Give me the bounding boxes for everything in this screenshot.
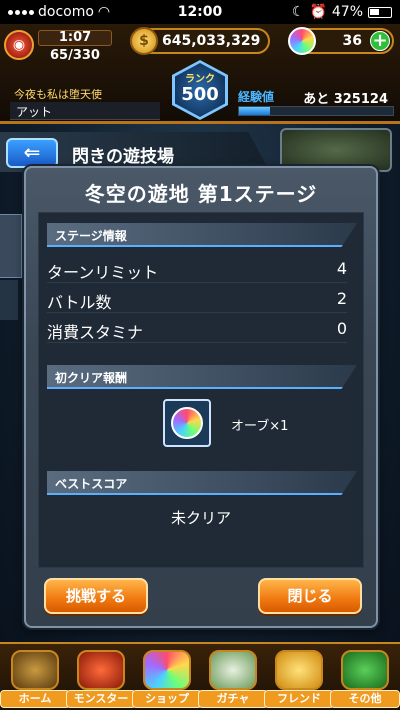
first-clear-header-label: 初クリア報酬 xyxy=(55,371,128,385)
best-score-value: 未クリア xyxy=(170,509,231,527)
coin-icon: $ xyxy=(130,27,158,55)
nav-label: フレンド xyxy=(264,690,334,708)
nav-home[interactable]: ホーム xyxy=(0,650,70,710)
player-name-bar: アット xyxy=(10,102,160,120)
battery-icon xyxy=(368,6,392,18)
rank-value: 500 xyxy=(181,84,219,105)
stamina-count: 65/330 xyxy=(50,48,100,63)
nav-shop[interactable]: ショップ xyxy=(132,650,202,710)
gacha-icon xyxy=(209,650,257,690)
buy-orb-button[interactable]: + xyxy=(370,31,390,51)
challenge-button[interactable]: 挑戦する xyxy=(44,578,148,614)
info-row-battles: バトル数 2 xyxy=(47,285,347,313)
area-title: 閃きの遊技場 xyxy=(72,147,174,167)
shop-icon xyxy=(143,650,191,690)
stamina-panel: ◉ 1:07 65/330 xyxy=(4,28,124,68)
info-row-turn-limit: ターンリミット 4 xyxy=(47,255,347,283)
info-label: ターンリミット xyxy=(47,263,159,282)
wifi-icon: ◠ xyxy=(97,4,111,20)
info-value: 2 xyxy=(336,289,347,308)
stage-info-dialog: 冬空の遊地 第1ステージ ステージ情報 ターンリミット 4 バトル数 2 消費ス… xyxy=(24,166,378,628)
monster-icon xyxy=(77,650,125,690)
carrier-name: docomo xyxy=(38,4,94,20)
nav-gacha[interactable]: ガチャ xyxy=(198,650,268,710)
info-label: 消費スタミナ xyxy=(47,323,144,342)
info-value: 0 xyxy=(336,319,347,338)
nav-other[interactable]: その他 xyxy=(330,650,400,710)
info-row-stamina-cost: 消費スタミナ 0 xyxy=(47,315,347,343)
nav-label: ショップ xyxy=(132,690,202,708)
nav-monster[interactable]: モンスター xyxy=(66,650,136,710)
player-motto: 今夜も私は堕天使 xyxy=(14,88,102,101)
orb-panel: 36 + xyxy=(288,27,394,55)
moon-icon: ☾ xyxy=(291,4,305,20)
player-name: アット xyxy=(16,105,53,119)
game-screen: docomo ◠ 12:00 ☾ ⏰ 47% ◉ 1:07 65/330 $ 6… xyxy=(0,0,400,710)
nav-label: モンスター xyxy=(66,690,136,708)
alarm-icon: ⏰ xyxy=(309,4,327,20)
side-tab[interactable] xyxy=(0,214,22,278)
stamina-icon: ◉ xyxy=(4,30,34,60)
exp-bar-fill xyxy=(239,107,270,115)
back-button[interactable]: ⇐ xyxy=(6,138,58,168)
orb-icon xyxy=(288,27,316,55)
reward-slot xyxy=(163,399,211,447)
dialog-body: ステージ情報 ターンリミット 4 バトル数 2 消費スタミナ 0 初クリア報酬 … xyxy=(38,212,364,568)
status-indicators: ☾ ⏰ 47% xyxy=(252,4,392,20)
status-time: 12:00 xyxy=(177,4,223,20)
nav-label: ホーム xyxy=(0,690,70,708)
stage-info-header-label: ステージ情報 xyxy=(55,229,127,243)
home-icon xyxy=(11,650,59,690)
first-clear-header: 初クリア報酬 xyxy=(47,365,357,389)
info-value: 4 xyxy=(336,259,347,278)
nav-label: その他 xyxy=(330,690,400,708)
carrier-info: docomo ◠ xyxy=(8,4,148,20)
coin-panel: $ 645,033,329 xyxy=(130,27,270,55)
orb-count: 36 xyxy=(342,33,362,49)
signal-icon xyxy=(8,9,34,15)
stage-info-header: ステージ情報 xyxy=(47,223,357,247)
coin-value: 645,033,329 xyxy=(162,33,261,49)
orb-icon xyxy=(171,407,203,439)
close-button[interactable]: 閉じる xyxy=(258,578,362,614)
best-score-header-label: ベストスコア xyxy=(55,477,128,491)
exp-bar xyxy=(238,106,394,116)
info-label: バトル数 xyxy=(47,293,112,312)
other-icon xyxy=(341,650,389,690)
battery-percent: 47% xyxy=(331,4,363,20)
rank-label: ランク xyxy=(185,74,215,85)
nav-friend[interactable]: フレンド xyxy=(264,650,334,710)
top-hud: ◉ 1:07 65/330 $ 645,033,329 36 + ランク 500… xyxy=(0,24,400,124)
exp-remaining: あと 325124 xyxy=(303,92,388,107)
reward-text: オーブ×1 xyxy=(231,419,289,434)
exp-label: 経験値 xyxy=(238,90,275,104)
rank-badge: ランク 500 xyxy=(172,60,228,120)
side-tab-secondary xyxy=(0,280,18,320)
best-score-header: ベストスコア xyxy=(47,471,357,495)
stamina-timer: 1:07 xyxy=(38,30,112,46)
dialog-title: 冬空の遊地 第1ステージ xyxy=(84,182,318,206)
bottom-nav: ホーム モンスター ショップ ガチャ フレンド その他 xyxy=(0,642,400,710)
friend-icon xyxy=(275,650,323,690)
status-bar: docomo ◠ 12:00 ☾ ⏰ 47% xyxy=(0,0,400,24)
nav-label: ガチャ xyxy=(198,690,268,708)
